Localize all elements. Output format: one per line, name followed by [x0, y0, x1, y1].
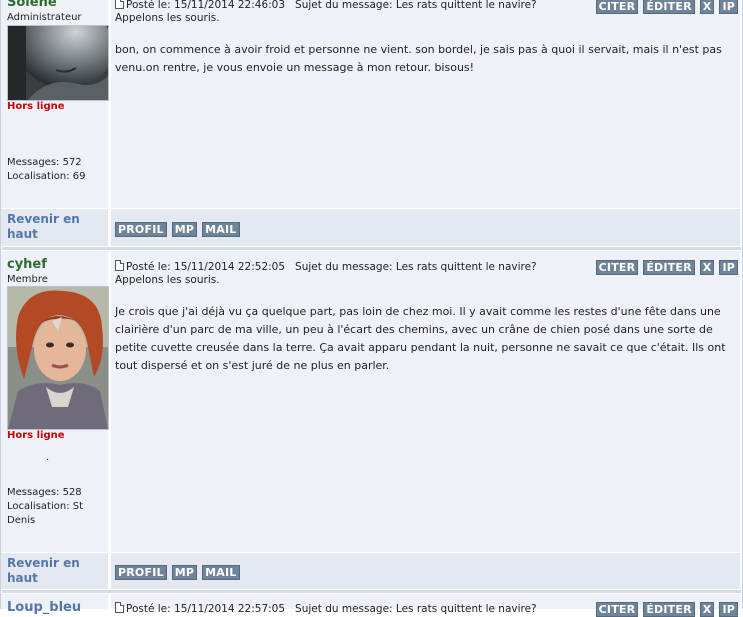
- author-location: Localisation: St Denis: [7, 501, 84, 526]
- post-icon: [115, 260, 124, 271]
- post-date: Posté le: 15/11/2014 22:52:05: [126, 261, 286, 273]
- post-date: Posté le: 15/11/2014 22:46:03: [126, 0, 286, 11]
- post-content: Posté le: 15/11/2014 22:52:05 Sujet du me…: [111, 251, 740, 552]
- post-author-panel: cyhef Membre Hors ligne . Messages: 528 …: [1, 251, 109, 552]
- post-body: bon, on commence à avoir froid et person…: [115, 43, 722, 74]
- ip-button[interactable]: IP: [719, 602, 738, 617]
- author-role: Membre: [7, 274, 48, 285]
- edit-button[interactable]: ÉDITER: [643, 260, 695, 275]
- author-name[interactable]: cyhef: [7, 257, 47, 272]
- post-subject: Sujet du message: Les rats quittent le n…: [295, 0, 537, 11]
- author-role: Administrateur: [7, 12, 82, 23]
- quote-button[interactable]: CITER: [595, 0, 639, 14]
- delete-button[interactable]: X: [699, 0, 715, 14]
- post-subject-cont: Appelons les souris.: [115, 12, 220, 24]
- post-icon: [115, 0, 124, 9]
- pm-button[interactable]: MP: [171, 222, 198, 237]
- post-subject-cont: Appelons les souris.: [115, 274, 220, 286]
- post-footer-left: Revenir en haut: [1, 209, 108, 246]
- post-actions: CITER ÉDITER X IP: [595, 0, 738, 14]
- avatar-image: [8, 26, 108, 100]
- post-separator: [2, 590, 741, 593]
- online-status: Hors ligne: [7, 430, 65, 441]
- post-subject: Sujet du message: Les rats quittent le n…: [295, 603, 537, 615]
- post-content: Posté le: 15/11/2014 22:46:03 Sujet du me…: [111, 0, 740, 208]
- mail-button[interactable]: MAIL: [202, 222, 240, 237]
- avatar-image: [8, 287, 108, 429]
- post-header: Posté le: 15/11/2014 22:46:03 Sujet du me…: [115, 0, 537, 25]
- post-author-panel: Loup_bleu: [1, 594, 108, 615]
- back-to-top-link[interactable]: Revenir en haut: [7, 212, 97, 242]
- edit-button[interactable]: ÉDITER: [643, 602, 695, 617]
- post-header: Posté le: 15/11/2014 22:57:05 Sujet du me…: [115, 602, 537, 616]
- post-footer-right: PROFIL MP MAIL: [111, 553, 740, 589]
- post-actions: CITER ÉDITER X IP: [595, 602, 738, 617]
- post-author-panel: Solene Administrateur Hors ligne Message: [1, 0, 109, 208]
- ip-button[interactable]: IP: [719, 0, 738, 14]
- pm-button[interactable]: MP: [171, 565, 198, 580]
- post-subject: Sujet du message: Les rats quittent le n…: [295, 261, 537, 273]
- profile-buttons: PROFIL MP MAIL: [115, 222, 240, 237]
- post-separator: [2, 247, 741, 250]
- ip-button[interactable]: IP: [719, 260, 738, 275]
- post-date: Posté le: 15/11/2014 22:57:05: [126, 603, 286, 615]
- profile-buttons: PROFIL MP MAIL: [115, 565, 240, 580]
- post-content: Posté le: 15/11/2014 22:57:05 Sujet du me…: [111, 594, 740, 617]
- quote-button[interactable]: CITER: [595, 602, 639, 617]
- post-footer-left: Revenir en haut: [1, 553, 108, 589]
- mail-button[interactable]: MAIL: [202, 565, 240, 580]
- post-header: Posté le: 15/11/2014 22:52:05 Sujet du me…: [115, 260, 537, 287]
- author-location: Localisation: 69: [7, 171, 86, 182]
- author-name[interactable]: Loup_bleu: [7, 600, 81, 615]
- post-body: Je crois que j'ai déjà vu ça quelque par…: [115, 305, 726, 372]
- avatar: [7, 286, 109, 430]
- profile-button[interactable]: PROFIL: [115, 565, 167, 580]
- post-actions: CITER ÉDITER X IP: [595, 260, 738, 275]
- author-messages: Messages: 572: [7, 157, 82, 168]
- post-icon: [115, 602, 124, 613]
- quote-button[interactable]: CITER: [595, 260, 639, 275]
- post-footer-right: PROFIL MP MAIL: [111, 209, 740, 246]
- back-to-top-link[interactable]: Revenir en haut: [7, 556, 97, 586]
- online-status: Hors ligne: [7, 101, 65, 112]
- delete-button[interactable]: X: [699, 260, 715, 275]
- avatar: [7, 25, 109, 101]
- author-messages: Messages: 528: [7, 487, 82, 498]
- forum-thread: Solene Administrateur Hors ligne Message: [0, 0, 743, 617]
- profile-button[interactable]: PROFIL: [115, 222, 167, 237]
- edit-button[interactable]: ÉDITER: [643, 0, 695, 14]
- author-name[interactable]: Solene: [7, 0, 57, 10]
- delete-button[interactable]: X: [699, 602, 715, 617]
